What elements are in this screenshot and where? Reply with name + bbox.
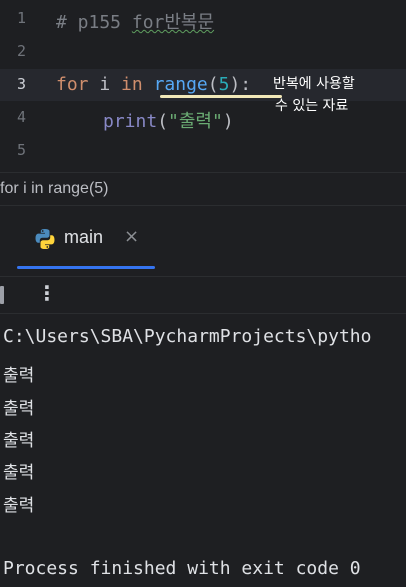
- annotation-line-1: 반복에 사용할: [273, 76, 355, 92]
- range-function: range: [153, 74, 208, 95]
- divider: [0, 276, 406, 277]
- python-icon: [34, 228, 56, 250]
- keyword-in: in: [121, 74, 143, 95]
- handwritten-annotation: 반복에 사용할 수 있는 자료: [273, 73, 355, 117]
- code-line-3: for i in range(5):: [56, 74, 252, 95]
- annotation-underline: [160, 95, 282, 98]
- code-line-4: print("출력"): [103, 111, 234, 132]
- active-tab-indicator: [17, 266, 155, 269]
- divider: [0, 313, 406, 314]
- line-number: 5: [16, 141, 26, 159]
- annotation-line-2: 수 있는 자료: [275, 98, 349, 114]
- comment-text: # p155: [56, 12, 132, 33]
- run-tool-window: main × ⋮ C:\Users\SBA\PycharmProjects\py…: [0, 205, 406, 587]
- keyword-for: for: [56, 74, 89, 95]
- console-exit-message: Process finished with exit code 0: [3, 558, 361, 579]
- console-output-line: 출력: [3, 431, 35, 451]
- line-number: 2: [16, 42, 26, 60]
- console-output-line: 출력: [3, 399, 35, 419]
- console-output-line: 출력: [3, 366, 35, 386]
- string-literal: "출력": [168, 111, 223, 132]
- close-icon[interactable]: ×: [124, 226, 139, 247]
- number-literal: 5: [218, 74, 230, 95]
- run-tab-main[interactable]: main ×: [20, 216, 154, 270]
- more-options-icon[interactable]: ⋮: [37, 281, 57, 305]
- code-line-1: # p155 for반복문: [56, 8, 214, 34]
- breadcrumb[interactable]: for i in range(5): [0, 172, 406, 205]
- code-editor[interactable]: 1 2 3 4 5 # p155 for반복문 for i in range(5…: [0, 0, 406, 170]
- comment-typo-underlined: for반복문: [131, 12, 215, 33]
- console-output-line: 출력: [3, 463, 35, 483]
- line-number: 4: [16, 108, 26, 126]
- console-output-line: 출력: [3, 496, 35, 516]
- line-number: 1: [16, 9, 26, 27]
- line-gutter: 1 2 3 4 5: [0, 0, 40, 170]
- run-tab-label: main: [64, 227, 104, 247]
- console-output-line: C:\Users\SBA\PycharmProjects\pytho: [3, 326, 372, 347]
- stop-icon[interactable]: [0, 286, 4, 304]
- line-number-active: 3: [16, 75, 26, 93]
- print-function: print: [103, 111, 158, 132]
- loop-variable: i: [88, 74, 122, 95]
